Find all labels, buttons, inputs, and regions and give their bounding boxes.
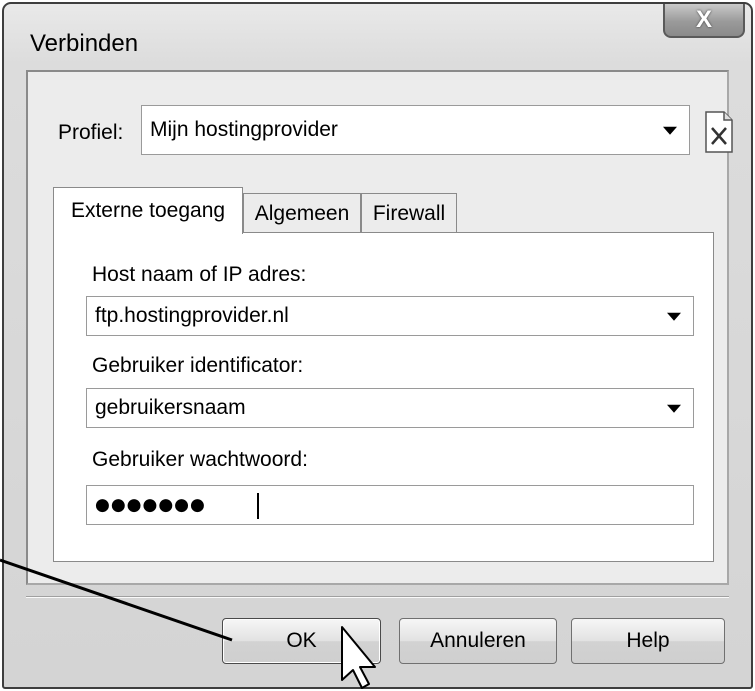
tab-label: Algemeen xyxy=(254,201,350,225)
ok-button[interactable]: OK xyxy=(222,618,381,664)
user-value: gebruikersnaam xyxy=(95,396,246,419)
tab-general[interactable]: Algemeen xyxy=(243,193,361,233)
text-caret xyxy=(257,493,259,519)
password-value: ●●●●●●● xyxy=(95,495,206,515)
title-bar[interactable]: Verbinden X xyxy=(4,4,751,68)
window-title: Verbinden xyxy=(30,30,139,57)
user-label: Gebruiker identificator: xyxy=(92,354,304,377)
profile-value: Mijn hostingprovider xyxy=(150,118,338,141)
chevron-down-icon[interactable] xyxy=(663,126,677,135)
button-separator xyxy=(26,596,729,598)
tab-label: Externe toegang xyxy=(70,199,226,222)
dialog-body: Profiel: Mijn hostingprovider Externe to… xyxy=(26,70,733,585)
password-label: Gebruiker wachtwoord: xyxy=(92,448,308,471)
cancel-button[interactable]: Annuleren xyxy=(399,618,557,664)
profile-label: Profiel: xyxy=(58,121,124,144)
chevron-down-icon[interactable] xyxy=(667,312,681,321)
help-label: Help xyxy=(626,629,670,652)
connect-dialog: Verbinden X Profiel: Mijn hostingprovide… xyxy=(2,2,753,689)
user-select[interactable]: gebruikersnaam xyxy=(86,388,694,428)
password-field[interactable]: ●●●●●●● xyxy=(86,485,694,525)
document-delete-icon xyxy=(705,111,733,153)
tab-label: Firewall xyxy=(372,201,446,225)
cancel-label: Annuleren xyxy=(430,629,526,652)
tab-external-access[interactable]: Externe toegang xyxy=(53,187,243,234)
close-icon: X xyxy=(695,6,712,33)
host-value: ftp.hostingprovider.nl xyxy=(95,304,289,327)
help-button[interactable]: Help xyxy=(571,618,725,664)
host-label: Host naam of IP adres: xyxy=(92,263,307,286)
chevron-down-icon[interactable] xyxy=(667,404,681,413)
ok-label: OK xyxy=(286,629,317,652)
profile-select[interactable]: Mijn hostingprovider xyxy=(141,105,690,155)
host-select[interactable]: ftp.hostingprovider.nl xyxy=(86,296,694,336)
close-button[interactable]: X xyxy=(663,4,745,38)
tab-firewall[interactable]: Firewall xyxy=(361,193,457,233)
delete-profile-button[interactable] xyxy=(704,110,734,154)
